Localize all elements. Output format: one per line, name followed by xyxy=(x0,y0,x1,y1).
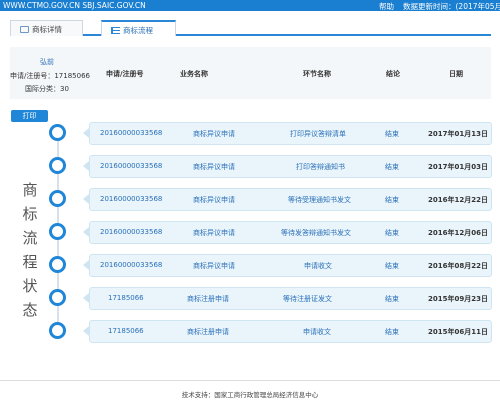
table-row: 17185066 商标注册申请 申请收文 结束 2015年06月11日 xyxy=(89,320,492,343)
tab-trademark-process[interactable]: 商标流程 xyxy=(101,20,176,36)
row-date: 2016年12月22日 xyxy=(428,196,488,204)
tab-bar: 商标详情 商标流程 xyxy=(10,20,491,36)
row-date: 2017年01月03日 xyxy=(428,163,488,171)
row-number: 20160000033568 xyxy=(100,261,163,269)
row-business: 商标异议申请 xyxy=(193,229,235,237)
trademark-header: 弘前 申请/注册号：17185066 国际分类：30 申请/注册号 业务名称 环… xyxy=(10,47,491,99)
row-step: 申请收文 xyxy=(304,262,332,270)
column-header-date: 日期 xyxy=(449,70,463,78)
row-result: 结束 xyxy=(385,196,399,204)
table-row: 20160000033568 商标异议申请 申请收文 结束 2016年08月22… xyxy=(89,254,492,277)
timeline-dot xyxy=(49,256,66,273)
table-row: 20160000033568 商标异议申请 打印答辩通知书 结束 2017年01… xyxy=(89,155,492,178)
column-header-step: 环节名称 xyxy=(303,70,331,78)
process-status-label: 商 标 流 程 状 态 xyxy=(20,178,40,322)
column-header-business: 业务名称 xyxy=(180,70,208,78)
top-bar: WWW.CTMO.GOV.CN SBJ.SAIC.GOV.CN 帮助 数据更新时… xyxy=(0,0,500,11)
row-business: 商标注册申请 xyxy=(187,328,229,336)
row-date: 2017年01月13日 xyxy=(428,130,488,138)
side-char: 流 xyxy=(22,229,38,247)
row-result: 结束 xyxy=(385,328,399,336)
row-number: 20160000033568 xyxy=(100,195,163,203)
tab-trademark-details[interactable]: 商标详情 xyxy=(10,20,83,36)
table-row: 20160000033568 商标异议申请 打印异议答辩清单 结束 2017年0… xyxy=(89,122,492,145)
timeline-dot xyxy=(49,190,66,207)
print-button[interactable]: 打印 xyxy=(11,110,48,122)
row-step: 等待发答辩通知书发文 xyxy=(281,229,351,237)
footer-support: 技术支持：国家工商行政管理总局经济信息中心 xyxy=(0,380,500,402)
timeline-dot xyxy=(49,157,66,174)
row-result: 结束 xyxy=(385,262,399,270)
trademark-name: 弘前 xyxy=(40,58,54,66)
row-number: 20160000033568 xyxy=(100,129,163,137)
row-result: 结束 xyxy=(385,295,399,303)
timeline-dot xyxy=(49,124,66,141)
row-result: 结束 xyxy=(385,130,399,138)
side-char: 程 xyxy=(22,253,38,271)
row-date: 2015年06月11日 xyxy=(428,328,488,336)
trademark-summary: 弘前 申请/注册号：17185066 国际分类：30 xyxy=(10,47,90,99)
timeline-dot xyxy=(49,289,66,306)
row-business: 商标异议申请 xyxy=(193,196,235,204)
column-header-number: 申请/注册号 xyxy=(106,70,144,78)
registration-number: 申请/注册号：17185066 xyxy=(10,72,90,80)
tab-label: 商标流程 xyxy=(123,26,153,35)
update-time: 数据更新时间：(2017年05月23日) xyxy=(403,2,500,11)
side-char: 状 xyxy=(22,277,38,295)
row-date: 2016年08月22日 xyxy=(428,262,488,270)
row-number: 17185066 xyxy=(108,294,144,302)
row-step: 申请收文 xyxy=(303,328,331,336)
side-char: 态 xyxy=(22,301,38,319)
row-number: 17185066 xyxy=(108,327,144,335)
row-result: 结束 xyxy=(385,229,399,237)
help-link[interactable]: 帮助 xyxy=(379,1,394,12)
column-header-result: 结论 xyxy=(386,70,400,78)
row-date: 2016年12月06日 xyxy=(428,229,488,237)
site-url[interactable]: WWW.CTMO.GOV.CN SBJ.SAIC.GOV.CN xyxy=(3,1,146,10)
row-business: 商标异议申请 xyxy=(193,262,235,270)
row-step: 等待注册证发文 xyxy=(283,295,332,303)
side-char: 商 xyxy=(22,181,38,199)
table-row: 20160000033568 商标异议申请 等待发答辩通知书发文 结束 2016… xyxy=(89,221,492,244)
table-row: 17185066 商标注册申请 等待注册证发文 结束 2015年09月23日 xyxy=(89,287,492,310)
details-icon xyxy=(20,26,29,33)
row-business: 商标异议申请 xyxy=(193,130,235,138)
side-char: 标 xyxy=(22,205,38,223)
international-class: 国际分类：30 xyxy=(25,85,69,93)
table-row: 20160000033568 商标异议申请 等待受理通知书发文 结束 2016年… xyxy=(89,188,492,211)
list-icon xyxy=(111,27,120,34)
timeline-dot xyxy=(49,223,66,240)
row-step: 等待受理通知书发文 xyxy=(288,196,351,204)
tab-label: 商标详情 xyxy=(32,25,62,34)
timeline-dot xyxy=(49,322,66,339)
row-step: 打印异议答辩清单 xyxy=(290,130,346,138)
row-number: 20160000033568 xyxy=(100,162,163,170)
row-business: 商标异议申请 xyxy=(193,163,235,171)
row-business: 商标注册申请 xyxy=(187,295,229,303)
row-step: 打印答辩通知书 xyxy=(296,163,345,171)
row-date: 2015年09月23日 xyxy=(428,295,488,303)
row-result: 结束 xyxy=(385,163,399,171)
row-number: 20160000033568 xyxy=(100,228,163,236)
